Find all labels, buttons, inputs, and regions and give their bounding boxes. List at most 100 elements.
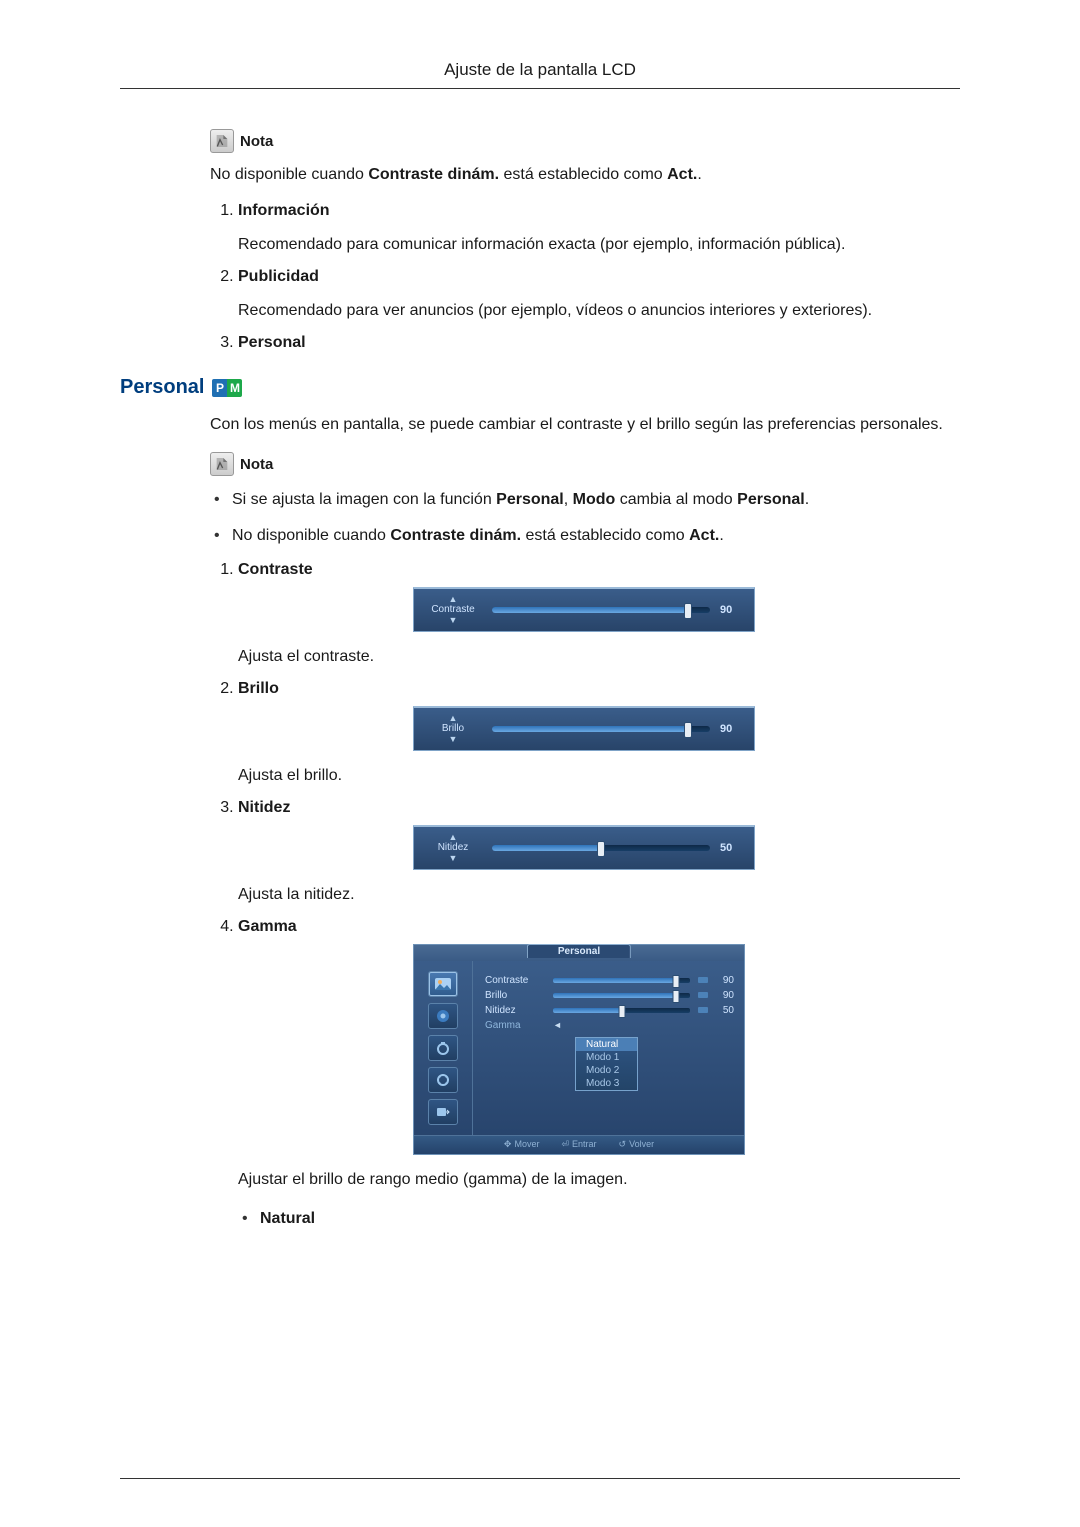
slider-fill [492, 726, 688, 732]
item-title: Nitidez [238, 799, 290, 816]
timer-icon[interactable] [428, 1035, 458, 1061]
arrow-down-icon: ▼ [424, 735, 482, 744]
item-title: Publicidad [238, 268, 319, 285]
arrow-down-icon: ▼ [424, 854, 482, 863]
intro-note-text: No disponible cuando Contraste dinám. es… [210, 163, 960, 186]
setting-gamma: Gamma Personal [238, 918, 960, 1230]
content: Nota No disponible cuando Contraste diná… [120, 129, 960, 1230]
slider-track[interactable] [492, 607, 710, 613]
osd-label: ▲ Brillo ▼ [424, 714, 482, 744]
mode-item-informacion: Información Recomendado para comunicar i… [238, 202, 960, 254]
section-heading-personal: Personal PM [120, 376, 960, 399]
setting-brillo: Brillo ▲ Brillo ▼ 90 Ajusta el brillo. [238, 680, 960, 785]
arrow-up-icon: ▲ [424, 595, 482, 604]
item-body: Recomendado para ver anuncios (por ejemp… [238, 302, 960, 320]
item-title: Contraste [238, 561, 313, 578]
item-caption: Ajusta el contraste. [238, 648, 960, 666]
gamma-sublist: Natural [238, 1207, 960, 1230]
item-title: Brillo [238, 680, 279, 697]
osd-label: ▲ Nitidez ▼ [424, 833, 482, 863]
chevron-left-icon[interactable]: ◄ [553, 1020, 562, 1030]
mode-list: Información Recomendado para comunicar i… [210, 202, 960, 352]
footer-return: ↺Volver [619, 1139, 655, 1150]
osd-sidebar [414, 961, 473, 1135]
note-icon [210, 129, 234, 153]
arrow-down-icon: ▼ [424, 616, 482, 625]
slider-value: 50 [720, 842, 744, 854]
gamma-options: Natural Modo 1 Modo 2 Modo 3 [575, 1037, 638, 1091]
note-bullet: Si se ajusta la imagen con la función Pe… [232, 488, 960, 511]
section-notes: Si se ajusta la imagen con la función Pe… [210, 488, 960, 546]
gamma-option-natural[interactable]: Natural [576, 1038, 637, 1051]
footer-rule [120, 1478, 960, 1479]
picture-icon[interactable] [428, 971, 458, 997]
item-body: Recomendado para comunicar información e… [238, 236, 960, 254]
slider-fill [492, 845, 601, 851]
return-icon: ↺ [619, 1139, 627, 1150]
setting-nitidez: Nitidez ▲ Nitidez ▼ 50 Ajusta la nitidez… [238, 799, 960, 904]
personal-settings-list: Contraste ▲ Contraste ▼ 90 Ajusta el con… [210, 561, 960, 1230]
note-callout: Nota [210, 129, 960, 153]
osd-tab-personal[interactable]: Personal [527, 944, 631, 958]
osd-row-contraste[interactable]: Contraste 90 [485, 975, 734, 986]
slider-end-icon [698, 992, 708, 998]
slider-fill [492, 607, 688, 613]
footer-enter: ⏎Entrar [561, 1139, 596, 1150]
arrow-up-icon: ▲ [424, 833, 482, 842]
slider-knob[interactable] [684, 722, 692, 738]
section-title: Personal [120, 376, 204, 399]
note-icon [210, 452, 234, 476]
item-caption: Ajusta la nitidez. [238, 886, 960, 904]
item-caption: Ajustar el brillo de rango medio (gamma)… [238, 1171, 960, 1189]
osd-menu-gamma: Personal Contraste [413, 944, 745, 1155]
osd-row-brillo[interactable]: Brillo 90 [485, 990, 734, 1001]
osd-row-gamma[interactable]: Gamma ◄ [485, 1020, 734, 1031]
slider-track[interactable] [492, 726, 710, 732]
slider-track[interactable] [553, 993, 690, 998]
mode-item-publicidad: Publicidad Recomendado para ver anuncios… [238, 268, 960, 320]
osd-slider-brillo: ▲ Brillo ▼ 90 [413, 706, 755, 751]
mode-item-personal: Personal [238, 334, 960, 352]
section-intro: Con los menús en pantalla, se puede camb… [210, 413, 960, 436]
pm-badge-m: M [227, 379, 242, 397]
slider-track[interactable] [553, 1008, 690, 1013]
slider-track[interactable] [492, 845, 710, 851]
slider-value: 90 [720, 723, 744, 735]
slider-value: 90 [720, 604, 744, 616]
gamma-sub-natural: Natural [260, 1207, 960, 1230]
note-callout: Nota [210, 452, 960, 476]
gamma-option-modo3[interactable]: Modo 3 [576, 1077, 637, 1090]
slider-track[interactable] [553, 978, 690, 983]
input-icon[interactable] [428, 1099, 458, 1125]
slider-end-icon [698, 1007, 708, 1013]
note-bullet: No disponible cuando Contraste dinám. es… [232, 524, 960, 547]
pm-badge: PM [212, 379, 242, 397]
setup-icon[interactable] [428, 1067, 458, 1093]
osd-rows: Contraste 90 Brillo 90 [473, 961, 744, 1135]
osd-slider-contraste: ▲ Contraste ▼ 90 [413, 587, 755, 632]
slider-knob[interactable] [684, 603, 692, 619]
enter-icon: ⏎ [561, 1139, 569, 1150]
move-icon: ✥ [504, 1139, 512, 1150]
setting-contraste: Contraste ▲ Contraste ▼ 90 Ajusta el con… [238, 561, 960, 666]
osd-row-nitidez[interactable]: Nitidez 50 [485, 1005, 734, 1016]
slider-end-icon [698, 977, 708, 983]
note-label: Nota [240, 456, 273, 473]
osd-slider-nitidez: ▲ Nitidez ▼ 50 [413, 825, 755, 870]
arrow-up-icon: ▲ [424, 714, 482, 723]
footer-move: ✥Mover [504, 1139, 540, 1150]
pm-badge-p: P [212, 379, 227, 397]
gamma-option-modo2[interactable]: Modo 2 [576, 1064, 637, 1077]
osd-footer: ✥Mover ⏎Entrar ↺Volver [414, 1135, 744, 1154]
sound-icon[interactable] [428, 1003, 458, 1029]
item-title: Personal [238, 334, 306, 351]
osd-label: ▲ Contraste ▼ [424, 595, 482, 625]
item-title: Información [238, 202, 330, 219]
item-caption: Ajusta el brillo. [238, 767, 960, 785]
page: Ajuste de la pantalla LCD Nota No dispon… [0, 0, 1080, 1527]
osd-tabbar: Personal [414, 945, 744, 961]
item-title: Gamma [238, 918, 297, 935]
slider-knob[interactable] [597, 841, 605, 857]
note-label: Nota [240, 133, 273, 150]
gamma-option-modo1[interactable]: Modo 1 [576, 1051, 637, 1064]
